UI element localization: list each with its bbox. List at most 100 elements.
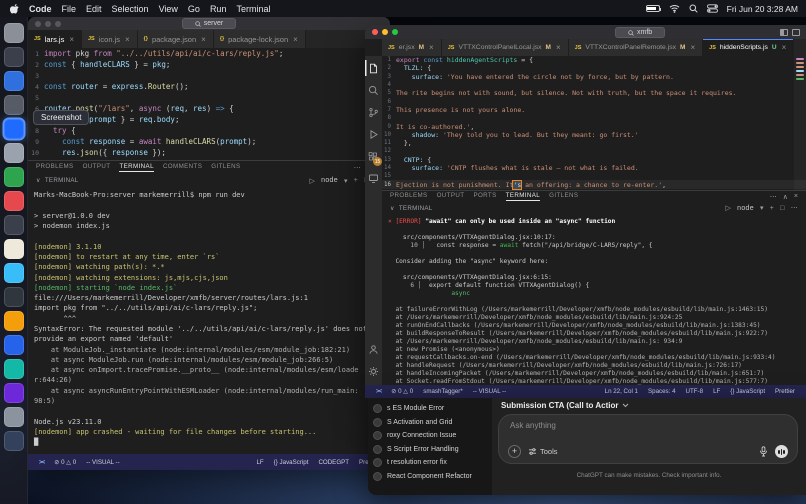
command-center[interactable]: xmfb [615, 27, 666, 38]
chat-history-item[interactable]: React Component Refactor [373, 470, 492, 484]
dock-icon-6[interactable] [3, 143, 24, 163]
status-item[interactable]: Spaces: 4 [648, 388, 676, 395]
voice-mode-button[interactable] [775, 445, 788, 458]
menu-item-code[interactable]: Code [29, 4, 52, 14]
minimap[interactable] [794, 56, 806, 190]
left-code-editor[interactable]: 1 import pkg from "../../utils/api/ai/c-l… [28, 48, 390, 160]
dock-icon-3[interactable] [3, 71, 24, 91]
dock-icon-18[interactable] [3, 431, 24, 451]
extensions-icon[interactable]: 15 [365, 148, 382, 166]
menu-item-go[interactable]: Go [188, 4, 200, 14]
chat-history-item[interactable]: s ES Module Error [373, 402, 492, 416]
chat-history-item[interactable]: roxy Connection Issue [373, 429, 492, 443]
chevron-down-icon[interactable]: ∨ [36, 177, 41, 184]
wifi-icon[interactable] [669, 4, 680, 13]
close-window-button[interactable] [372, 29, 378, 35]
left-tab-package-lock-json[interactable]: {} package-lock.json × [213, 30, 306, 48]
shell-name[interactable]: node [321, 177, 338, 184]
left-tab-icon-js[interactable]: JS icon.js × [82, 30, 138, 48]
remote-explorer-icon[interactable] [365, 170, 382, 186]
dock-icon-14[interactable] [3, 335, 24, 355]
dock-icon-1[interactable] [3, 23, 24, 43]
left-terminal[interactable]: Marks-MacBook-Pro:server markemerrill$ n… [28, 188, 390, 454]
remote-indicator[interactable]: >< [39, 459, 45, 466]
explorer-icon[interactable] [365, 60, 382, 76]
remote-indicator[interactable]: >< [376, 388, 382, 395]
chevron-dropdown-icon[interactable]: ▾ [344, 177, 348, 185]
account-icon[interactable] [365, 341, 382, 357]
minimize-window-button[interactable] [45, 21, 51, 27]
menu-clock[interactable]: Fri Jun 20 3:28 AM [727, 4, 798, 14]
dock-icon-11[interactable] [3, 263, 24, 283]
chat-history-item[interactable]: S Script Error Handling [373, 443, 492, 457]
chat-history-item[interactable]: S Activation and Grid [373, 416, 492, 430]
menu-item-file[interactable]: File [62, 4, 77, 14]
close-tab-icon[interactable]: × [429, 43, 434, 52]
chevron-down-icon[interactable]: ∨ [390, 205, 395, 212]
dock-icon-7[interactable] [3, 167, 24, 187]
zoom-window-button[interactable] [55, 21, 61, 27]
maximize-panel-icon[interactable]: ∧ [783, 193, 788, 201]
close-tab-icon[interactable]: × [125, 35, 130, 44]
close-tab-icon[interactable]: × [201, 35, 206, 44]
right-tab-vttxcontrolpanellocal-jsx[interactable]: JS VTTXControlPanelLocal.jsx M × [441, 39, 569, 56]
status-item[interactable]: {} JavaScript [274, 459, 309, 466]
dock-icon-4[interactable] [3, 95, 24, 115]
minimize-window-button[interactable] [382, 29, 388, 35]
dock-icon-9[interactable] [3, 215, 24, 235]
right-tab-er-jsx[interactable]: JS er.jsx M × [382, 39, 442, 56]
search-icon[interactable] [365, 82, 382, 98]
dock-icon-16[interactable] [3, 383, 24, 403]
status-item[interactable]: Ln 22, Col 1 [605, 388, 638, 395]
status-item[interactable]: ⊘ 0 △ 0 [54, 459, 76, 466]
dock-icon-5[interactable] [3, 119, 24, 139]
menu-item-edit[interactable]: Edit [86, 4, 102, 14]
left-titlebar[interactable]: server [28, 17, 390, 30]
control-center-icon[interactable] [706, 4, 718, 13]
status-item[interactable]: UTF-8 [686, 388, 704, 395]
status-item[interactable]: LF [713, 388, 720, 395]
apple-menu-icon[interactable] [10, 3, 20, 15]
status-item[interactable]: Prettier [775, 388, 795, 395]
menu-item-terminal[interactable]: Terminal [236, 4, 270, 14]
right-terminal[interactable]: × [ERROR] "await" can only be used insid… [382, 215, 806, 385]
chat-header[interactable]: Submission CTA (Call to Actior [501, 401, 629, 410]
close-tab-icon[interactable]: × [69, 35, 74, 44]
chevron-dropdown-icon[interactable]: ▾ [760, 204, 764, 212]
settings-gear-icon[interactable] [365, 363, 382, 379]
source-control-icon[interactable] [365, 104, 382, 120]
search-icon[interactable] [689, 4, 698, 13]
menu-item-view[interactable]: View [159, 4, 178, 14]
toggle-sidebar-icon[interactable] [780, 29, 788, 36]
status-item[interactable]: {} JavaScript [730, 388, 765, 395]
dock-icon-12[interactable] [3, 287, 24, 307]
microphone-icon[interactable] [759, 446, 768, 457]
status-item[interactable]: -- VISUAL -- [86, 459, 119, 466]
dock-icon-8[interactable] [3, 191, 24, 211]
right-tab-vttxcontrolpanelremote-jsx[interactable]: JS VTTXControlPanelRemote.jsx M × [568, 39, 704, 56]
left-tab-package-json[interactable]: {} package.json × [137, 30, 214, 48]
right-tab-hiddenscripts-js[interactable]: JS hiddenScripts.js U × [703, 39, 795, 56]
status-item[interactable]: -- VISUAL -- [473, 388, 506, 395]
status-item[interactable]: LF [256, 459, 263, 466]
tools-button[interactable]: Tools [528, 447, 558, 456]
right-code-editor[interactable]: 1 export const hiddenAgentScripts = {2 TL… [382, 56, 806, 190]
shell-name[interactable]: node [737, 205, 754, 212]
close-window-button[interactable] [35, 21, 41, 27]
menu-item-run[interactable]: Run [210, 4, 227, 14]
close-tab-icon[interactable]: × [782, 43, 787, 52]
panel-tab-gitlens[interactable]: GITLENS [211, 163, 240, 172]
new-terminal-icon[interactable]: + [770, 205, 774, 212]
panel-tab-terminal[interactable]: TERMINAL [505, 192, 541, 201]
more-actions-icon[interactable]: ⋯ [770, 193, 777, 201]
kill-terminal-icon[interactable]: ⋯ [791, 204, 798, 212]
attach-plus-button[interactable]: + [508, 445, 521, 458]
chat-input-card[interactable]: + Tools [498, 414, 798, 464]
command-center[interactable]: server [181, 18, 237, 29]
close-tab-icon[interactable]: × [556, 43, 561, 52]
close-tab-icon[interactable]: × [690, 43, 695, 52]
menu-item-selection[interactable]: Selection [112, 4, 149, 14]
right-titlebar[interactable]: xmfb [365, 25, 806, 39]
close-tab-icon[interactable]: × [293, 35, 298, 44]
run-debug-icon[interactable] [365, 126, 382, 142]
